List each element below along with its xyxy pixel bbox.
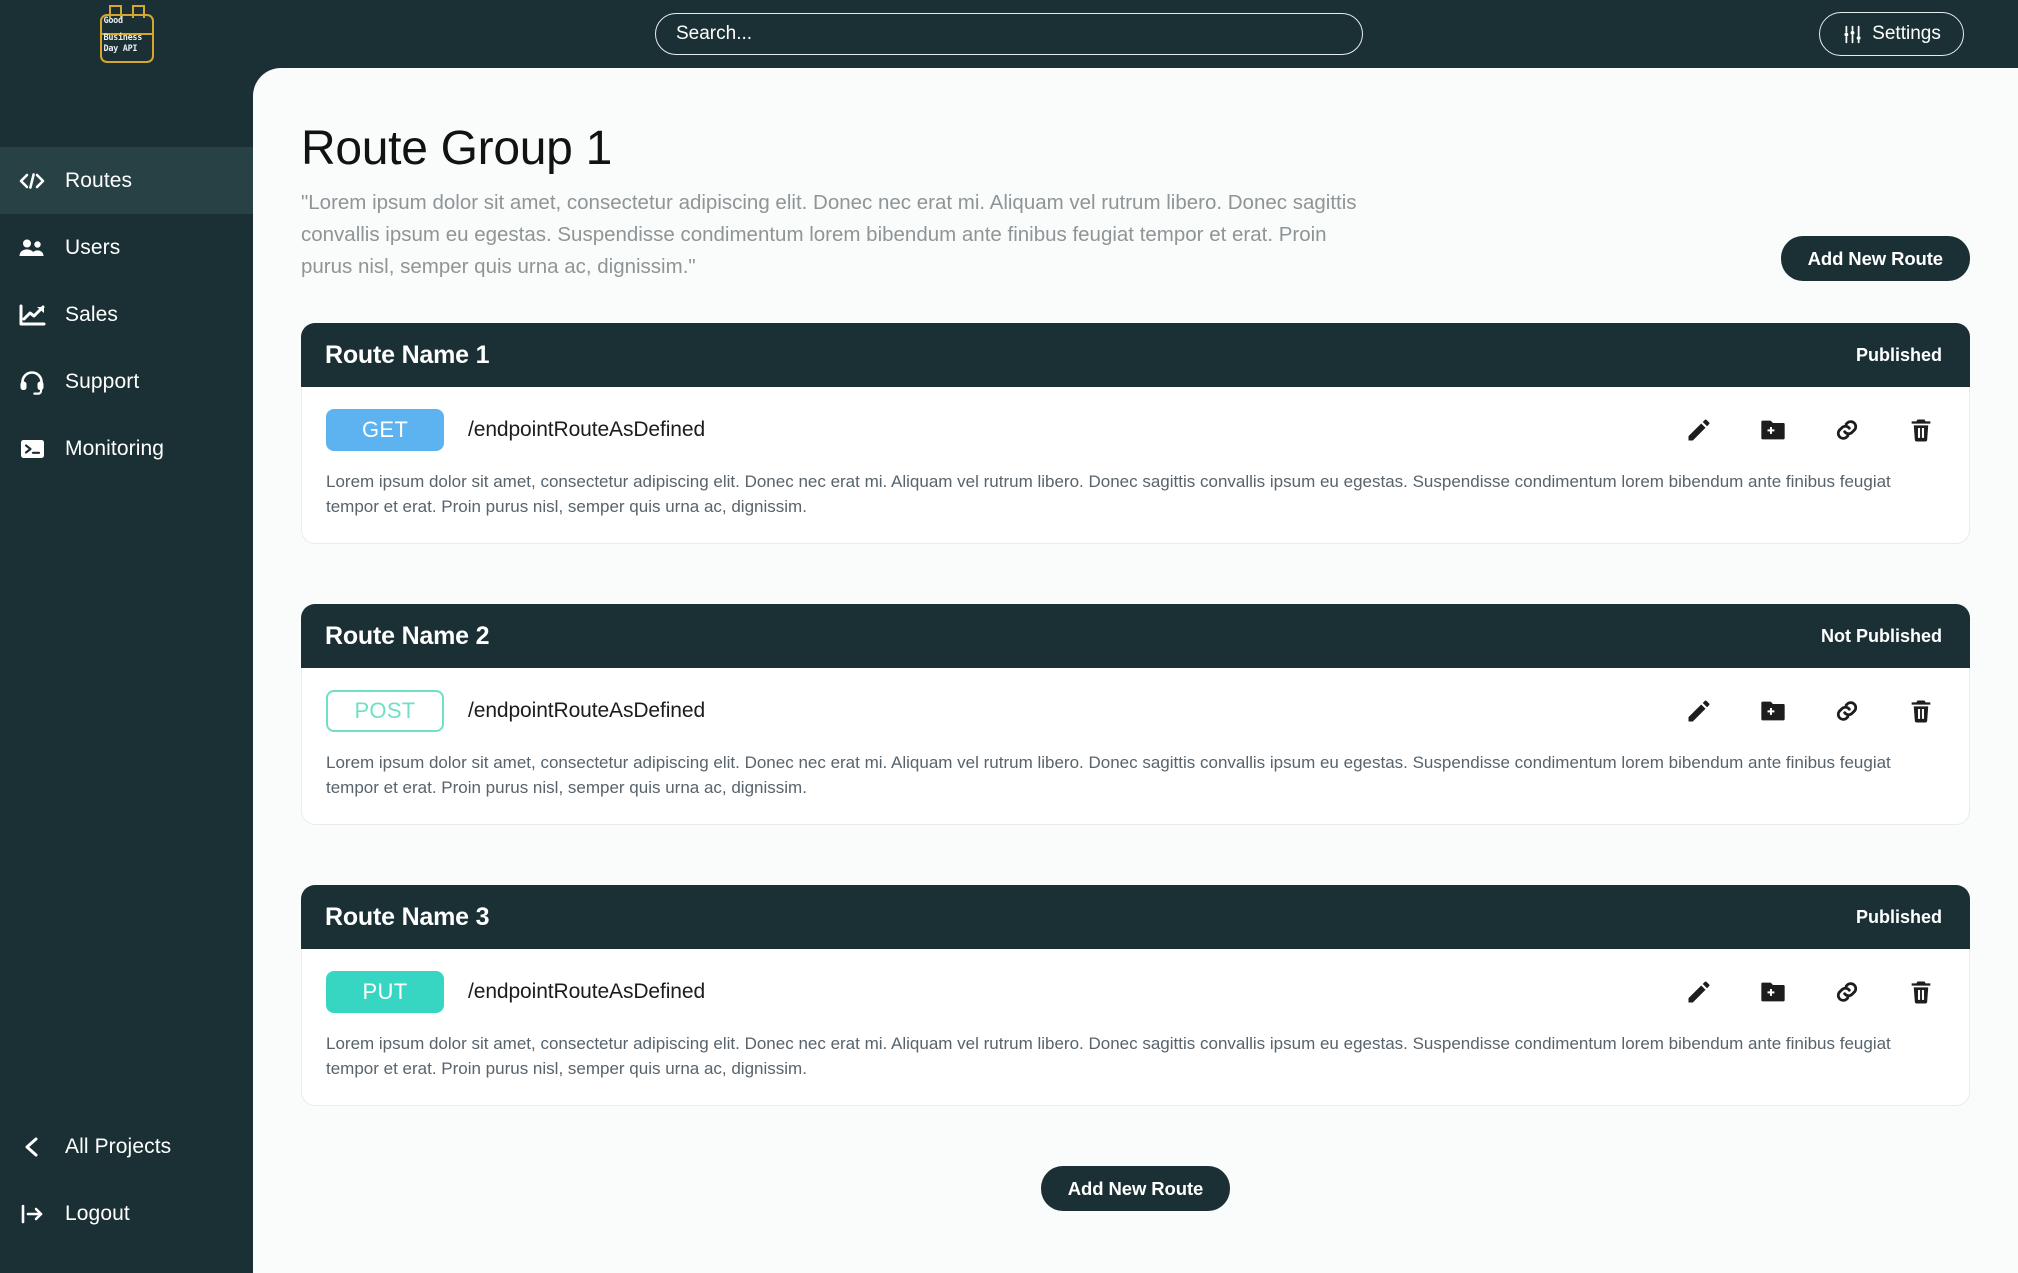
method-badge: GET <box>326 409 444 452</box>
route-description: Lorem ipsum dolor sit amet, consectetur … <box>326 472 1891 517</box>
sidebar: Routes Users Sales Support Monitoring Al… <box>0 0 253 1273</box>
route-card-body: PUT /endpointRouteAsDefined Lorem ipsum … <box>301 949 1970 1107</box>
route-actions <box>1685 978 1945 1006</box>
endpoint-path: /endpointRouteAsDefined <box>468 980 706 1004</box>
folder-plus-icon[interactable] <box>1759 416 1787 444</box>
route-name: Route Name 2 <box>325 621 490 650</box>
settings-label: Settings <box>1872 23 1941 44</box>
method-badge: PUT <box>326 971 444 1014</box>
routes-list: Route Name 1 Published GET /endpointRout… <box>253 323 2018 1212</box>
sidebar-item-monitoring[interactable]: Monitoring <box>0 415 253 482</box>
status-badge: Published <box>1855 344 1942 365</box>
sidebar-item-routes[interactable]: Routes <box>0 147 253 214</box>
endpoint-path: /endpointRouteAsDefined <box>468 699 706 723</box>
trash-icon[interactable] <box>1907 416 1935 444</box>
chart-line-icon <box>17 303 47 327</box>
folder-plus-icon[interactable] <box>1759 978 1787 1006</box>
method-badge: POST <box>326 690 444 733</box>
route-actions <box>1685 697 1945 725</box>
settings-button[interactable]: Settings <box>1819 12 1964 56</box>
logout-arrow-icon <box>17 1203 47 1225</box>
route-card-header: Route Name 3 Published <box>301 885 1970 950</box>
terminal-icon <box>17 438 47 460</box>
page-title: Route Group 1 <box>301 122 612 175</box>
sidebar-item-sales[interactable]: Sales <box>0 281 253 348</box>
sidebar-item-label: Sales <box>65 302 119 326</box>
route-card-body: GET /endpointRouteAsDefined Lorem ipsum … <box>301 387 1970 545</box>
sidebar-item-support[interactable]: Support <box>0 348 253 415</box>
route-card: Route Name 1 Published GET /endpointRout… <box>301 323 1970 545</box>
pencil-icon[interactable] <box>1685 416 1713 444</box>
route-row: PUT /endpointRouteAsDefined <box>326 971 1945 1014</box>
add-new-route-button-bottom[interactable]: Add New Route <box>1040 1166 1231 1212</box>
app-logo[interactable]: Good Business Day API <box>0 5 253 63</box>
sidebar-item-label: Support <box>65 369 140 393</box>
main-content: Route Group 1 "Lorem ipsum dolor sit ame… <box>253 68 2018 1273</box>
calendar-icon: Good Business Day API <box>96 5 158 63</box>
route-name: Route Name 1 <box>325 340 490 369</box>
trash-icon[interactable] <box>1907 697 1935 725</box>
logo-line-1: Good <box>103 16 124 26</box>
folder-plus-icon[interactable] <box>1759 697 1787 725</box>
chevron-left-icon <box>17 1136 47 1158</box>
sidebar-item-label: All Projects <box>65 1134 172 1158</box>
sidebar-item-logout[interactable]: Logout <box>0 1180 253 1247</box>
route-card-body: POST /endpointRouteAsDefined Lorem ipsum… <box>301 668 1970 826</box>
sidebar-item-users[interactable]: Users <box>0 214 253 281</box>
sidebar-bottom-nav: All Projects Logout <box>0 1113 253 1247</box>
sidebar-item-label: Logout <box>65 1201 130 1225</box>
route-name: Route Name 3 <box>325 902 490 931</box>
search-input[interactable] <box>676 23 1342 45</box>
status-badge: Published <box>1855 906 1942 927</box>
route-card: Route Name 3 Published PUT /endpointRout… <box>301 885 1970 1107</box>
route-description: Lorem ipsum dolor sit amet, consectetur … <box>326 753 1891 798</box>
add-new-route-button-top[interactable]: Add New Route <box>1780 236 1970 281</box>
link-icon[interactable] <box>1833 416 1861 444</box>
link-icon[interactable] <box>1833 697 1861 725</box>
logo-line-2: Business <box>103 33 143 43</box>
add-new-route-top-wrap: Add New Route <box>1780 236 1970 281</box>
page-description: "Lorem ipsum dolor sit amet, consectetur… <box>301 191 1357 279</box>
route-card: Route Name 2 Not Published POST /endpoin… <box>301 604 1970 826</box>
link-icon[interactable] <box>1833 978 1861 1006</box>
sidebar-nav: Routes Users Sales Support Monitoring <box>0 147 253 482</box>
sidebar-item-all-projects[interactable]: All Projects <box>0 1113 253 1180</box>
search-area <box>253 13 1765 55</box>
route-card-header: Route Name 1 Published <box>301 323 1970 388</box>
pencil-icon[interactable] <box>1685 978 1713 1006</box>
sidebar-item-label: Monitoring <box>65 436 165 460</box>
route-card-header: Route Name 2 Not Published <box>301 604 1970 669</box>
route-row: GET /endpointRouteAsDefined <box>326 409 1945 452</box>
endpoint-path: /endpointRouteAsDefined <box>468 418 706 442</box>
route-actions <box>1685 416 1945 444</box>
sidebar-item-label: Users <box>65 235 121 259</box>
app-root: Good Business Day API Search... Settings… <box>0 0 2018 1273</box>
users-group-icon <box>17 237 47 259</box>
page-header: Route Group 1 "Lorem ipsum dolor sit ame… <box>253 68 2018 283</box>
sliders-icon <box>1842 24 1863 45</box>
logo-line-3: Day API <box>103 44 138 54</box>
status-badge: Not Published <box>1821 625 1942 646</box>
sidebar-item-label: Routes <box>65 168 133 192</box>
add-new-route-bottom-wrap: Add New Route <box>301 1166 1970 1212</box>
top-bar: Good Business Day API Search... Settings <box>0 0 2018 68</box>
trash-icon[interactable] <box>1907 978 1935 1006</box>
search-box[interactable] <box>655 13 1363 55</box>
headset-icon <box>17 369 47 395</box>
route-description: Lorem ipsum dolor sit amet, consectetur … <box>326 1034 1891 1079</box>
settings-area: Settings <box>1765 12 2018 56</box>
route-row: POST /endpointRouteAsDefined <box>326 690 1945 733</box>
pencil-icon[interactable] <box>1685 697 1713 725</box>
code-brackets-icon <box>17 170 47 192</box>
